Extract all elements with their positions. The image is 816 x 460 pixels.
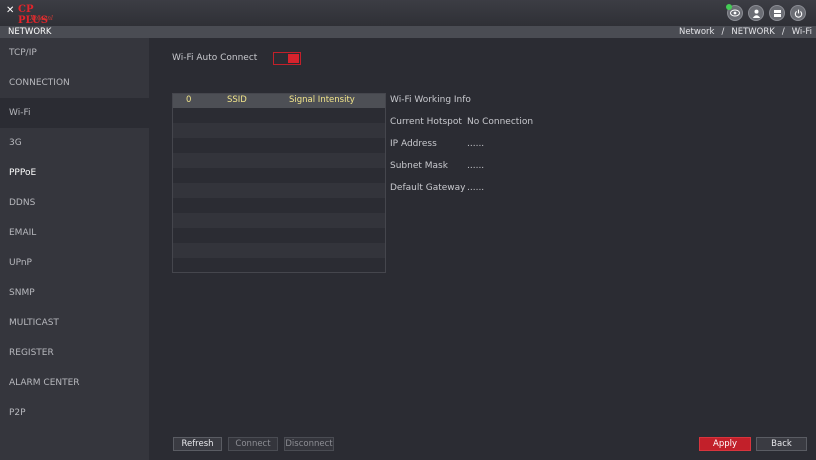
current-hotspot-value: No Connection [467, 117, 534, 127]
sidebar-item-snmp[interactable]: SNMP [0, 278, 149, 308]
breadcrumb-item[interactable]: Network [679, 27, 715, 37]
apply-button[interactable]: Apply [699, 437, 751, 451]
eye-icon[interactable] [726, 4, 743, 21]
ip-address-label: IP Address [390, 139, 437, 149]
sidebar-item-pppoe[interactable]: PPPoE [0, 158, 149, 188]
subnet-mask-value: ...... [467, 161, 485, 171]
top-bar: ✕ CP PLUS Xmaanl [0, 0, 816, 26]
sidebar-item-connection[interactable]: CONNECTION [0, 68, 149, 98]
breadcrumb-item[interactable]: NETWORK [731, 27, 775, 37]
sidebar-item-alarm-center[interactable]: ALARM CENTER [0, 368, 149, 398]
logo-mark: ✕ [6, 5, 15, 16]
column-header-signal[interactable]: Signal Intensity [289, 95, 355, 105]
brand-logo: ✕ CP PLUS Xmaanl [6, 3, 66, 26]
power-icon[interactable] [790, 5, 806, 21]
sidebar-item-wifi[interactable]: Wi-Fi [0, 98, 149, 128]
table-row[interactable] [173, 183, 385, 198]
table-row[interactable] [173, 228, 385, 243]
sidebar-item-p2p[interactable]: P2P [0, 398, 149, 428]
table-row[interactable] [173, 108, 385, 123]
back-button[interactable]: Back [756, 437, 807, 451]
breadcrumb-separator: / [781, 27, 785, 37]
top-icon-group [726, 4, 806, 21]
hotspot-table: 0 SSID Signal Intensity [172, 93, 386, 273]
sidebar-item-3g[interactable]: 3G [0, 128, 149, 158]
title-strip: NETWORK Network / NETWORK / Wi-Fi [0, 26, 816, 38]
wifi-auto-connect-toggle[interactable] [273, 52, 301, 65]
default-gateway-label: Default Gateway [390, 183, 466, 193]
subnet-mask-label: Subnet Mask [390, 161, 448, 171]
page-title: NETWORK [8, 27, 52, 37]
column-header-ssid[interactable]: SSID [227, 95, 247, 105]
sidebar: TCP/IP CONNECTION Wi-Fi 3G PPPoE DDNS EM… [0, 38, 149, 460]
breadcrumb: Network / NETWORK / Wi-Fi [679, 27, 812, 37]
sidebar-item-multicast[interactable]: MULTICAST [0, 308, 149, 338]
ip-address-value: ...... [467, 139, 485, 149]
sidebar-item-ddns[interactable]: DDNS [0, 188, 149, 218]
breadcrumb-separator: / [721, 27, 725, 37]
wifi-info-title: Wi-Fi Working Info [390, 95, 471, 105]
column-header-index[interactable]: 0 [186, 95, 191, 105]
table-row[interactable] [173, 243, 385, 258]
sidebar-item-upnp[interactable]: UPnP [0, 248, 149, 278]
table-header: 0 SSID Signal Intensity [173, 94, 385, 108]
default-gateway-value: ...... [467, 183, 485, 193]
current-hotspot-label: Current Hotspot [390, 117, 462, 127]
user-icon[interactable] [748, 5, 764, 21]
storage-icon[interactable] [769, 5, 785, 21]
toggle-knob [288, 54, 299, 63]
refresh-button[interactable]: Refresh [173, 437, 222, 451]
logo-subtext: Xmaanl [30, 15, 53, 22]
table-row[interactable] [173, 123, 385, 138]
table-row[interactable] [173, 213, 385, 228]
sidebar-item-email[interactable]: EMAIL [0, 218, 149, 248]
connect-button[interactable]: Connect [228, 437, 278, 451]
wifi-auto-connect-label: Wi-Fi Auto Connect [172, 53, 258, 63]
table-row[interactable] [173, 198, 385, 213]
table-row[interactable] [173, 153, 385, 168]
sidebar-item-tcpip[interactable]: TCP/IP [0, 38, 149, 68]
status-dot [726, 4, 732, 10]
disconnect-button[interactable]: Disconnect [284, 437, 334, 451]
breadcrumb-item-current: Wi-Fi [791, 27, 812, 37]
table-row[interactable] [173, 258, 385, 273]
table-row[interactable] [173, 168, 385, 183]
table-row[interactable] [173, 138, 385, 153]
sidebar-item-register[interactable]: REGISTER [0, 338, 149, 368]
